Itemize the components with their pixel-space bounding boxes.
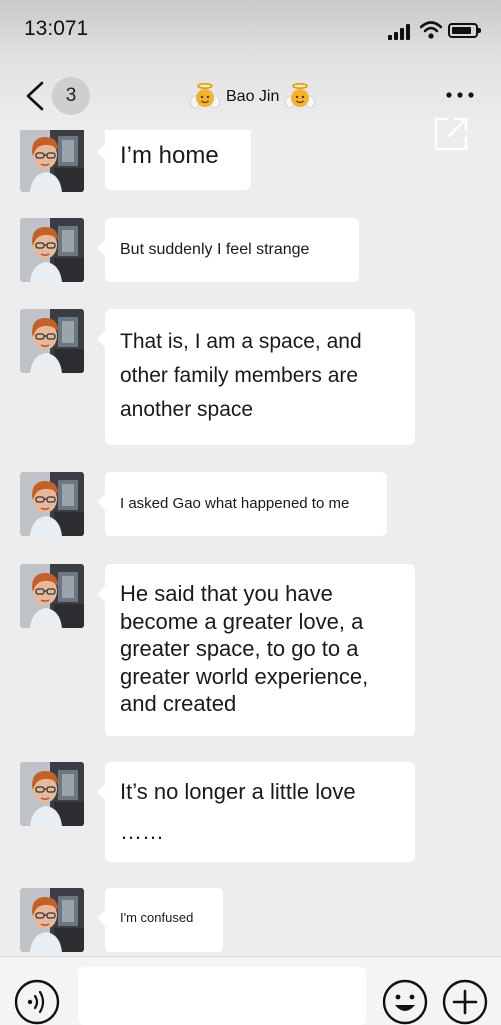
message-bubble[interactable]: I’m home bbox=[97, 130, 251, 190]
angel-emoji-icon bbox=[190, 82, 220, 112]
external-share-icon[interactable] bbox=[432, 115, 470, 153]
plus-circle-icon[interactable] bbox=[442, 979, 488, 1025]
message-text: That is, I am a space, and other family … bbox=[120, 330, 362, 421]
chat-input-bar bbox=[0, 956, 501, 1025]
status-time: 13:071 bbox=[24, 17, 89, 40]
status-bar: 13:071 bbox=[0, 0, 501, 60]
contact-name: Bao Jin bbox=[226, 88, 280, 105]
battery-icon bbox=[448, 23, 481, 38]
smiley-face-icon[interactable] bbox=[382, 979, 428, 1025]
signal-icon bbox=[388, 24, 414, 40]
message-bubble[interactable]: I asked Gao what happened to me bbox=[97, 472, 387, 536]
message-text: It’s no longer a little love …… bbox=[120, 779, 356, 844]
angel-emoji-icon bbox=[285, 82, 315, 112]
message-text: He said that you have become a greater l… bbox=[120, 581, 369, 716]
message-list[interactable]: I’m home But suddenly I feel strange Tha… bbox=[0, 130, 501, 956]
message-bubble[interactable]: But suddenly I feel strange bbox=[97, 218, 359, 282]
ellipsis-icon[interactable] bbox=[440, 82, 480, 108]
contact-avatar[interactable] bbox=[20, 564, 84, 628]
unread-count-badge[interactable]: 3 bbox=[52, 77, 90, 115]
message-bubble[interactable]: It’s no longer a little love …… bbox=[97, 762, 415, 862]
contact-avatar[interactable] bbox=[20, 218, 84, 282]
message-bubble[interactable]: I'm confused bbox=[97, 888, 223, 952]
voice-input-icon[interactable] bbox=[14, 979, 60, 1025]
message-input[interactable] bbox=[78, 967, 366, 1025]
chevron-left-icon[interactable] bbox=[22, 80, 48, 112]
message-text: I asked Gao what happened to me bbox=[120, 495, 350, 512]
contact-avatar[interactable] bbox=[20, 472, 84, 536]
contact-avatar[interactable] bbox=[20, 762, 84, 826]
contact-avatar[interactable] bbox=[20, 309, 84, 373]
chat-header: 3 Bao Jin bbox=[0, 60, 501, 130]
message-bubble[interactable]: That is, I am a space, and other family … bbox=[97, 309, 415, 445]
contact-avatar[interactable] bbox=[20, 130, 84, 192]
contact-avatar[interactable] bbox=[20, 888, 84, 952]
message-bubble[interactable]: He said that you have become a greater l… bbox=[97, 564, 415, 736]
chat-title: Bao Jin bbox=[190, 80, 315, 114]
message-text: But suddenly I feel strange bbox=[120, 241, 310, 258]
message-text: I'm confused bbox=[120, 910, 194, 925]
wifi-icon bbox=[420, 21, 442, 39]
message-text: I’m home bbox=[120, 142, 219, 169]
